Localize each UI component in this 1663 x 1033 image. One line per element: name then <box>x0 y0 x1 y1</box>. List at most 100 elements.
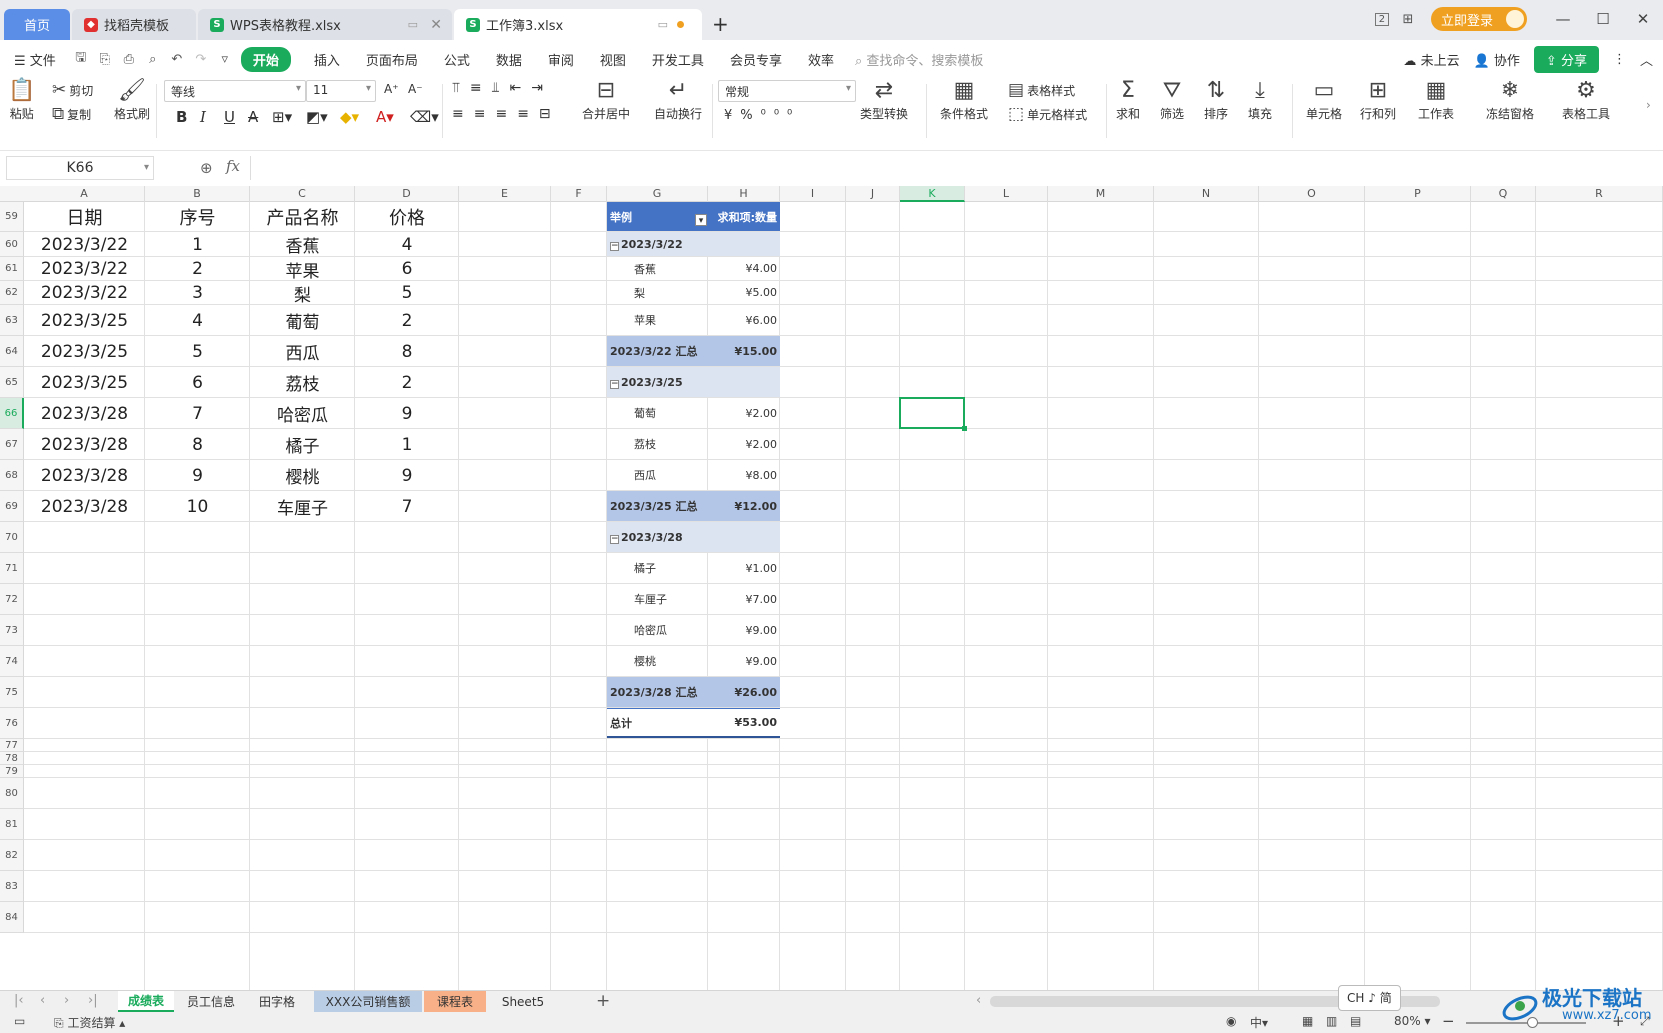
table-cell[interactable]: 车厘子 <box>250 491 355 522</box>
input-mode-indicator[interactable]: 中▾ <box>1250 1014 1268 1031</box>
table-cell[interactable]: 1 <box>355 429 459 460</box>
column-header-Q[interactable]: Q <box>1471 186 1536 202</box>
row-header-84[interactable]: 84 <box>0 902 24 933</box>
collaborate-button[interactable]: 👤 协作 <box>1474 50 1520 69</box>
table-header-cell[interactable]: 产品名称 <box>250 202 355 232</box>
row-header-74[interactable]: 74 <box>0 646 24 677</box>
column-header-H[interactable]: H <box>708 186 780 202</box>
cell-shade-icon[interactable]: ◩▾ <box>306 108 328 126</box>
minimize-icon[interactable]: — <box>1543 10 1583 28</box>
table-cell[interactable]: 1 <box>145 232 250 257</box>
new-tab-button[interactable]: + <box>712 12 729 36</box>
pivot-subtotal-row[interactable]: 2023/3/28 汇总 ¥26.00 <box>607 677 780 707</box>
table-cell[interactable]: 2023/3/28 <box>24 491 145 522</box>
pivot-total-row[interactable]: 总计 ¥53.00 <box>607 708 780 738</box>
tab-file-workbook3[interactable]: S 工作簿3.xlsx ▭ <box>454 9 702 40</box>
table-cell[interactable]: 2023/3/28 <box>24 460 145 491</box>
table-cell[interactable]: 6 <box>145 367 250 398</box>
table-cell[interactable]: 西瓜 <box>250 336 355 367</box>
table-cell[interactable]: 4 <box>355 232 459 257</box>
add-sheet-icon[interactable]: + <box>596 991 610 1011</box>
pivot-item-row[interactable]: 樱桃 ¥9.00 <box>607 646 780 676</box>
pivot-item-row[interactable]: 车厘子 ¥7.00 <box>607 584 780 614</box>
fx-icon[interactable]: fx <box>226 157 240 175</box>
row-header-73[interactable]: 73 <box>0 615 24 646</box>
pivot-item-row[interactable]: 荔枝 ¥2.00 <box>607 429 780 459</box>
more-icon[interactable]: ⋮ <box>1613 52 1626 67</box>
column-header-L[interactable]: L <box>965 186 1048 202</box>
table-cell[interactable]: 8 <box>355 336 459 367</box>
spreadsheet-grid[interactable]: ABCDEFGHIJKLMNOPQR 59 60 61 62 63 64 65 66 67 68 6… <box>0 186 1663 990</box>
selected-cell[interactable] <box>899 397 967 431</box>
filter-dropdown-icon[interactable]: ▾ <box>695 214 707 226</box>
menu-formulas[interactable]: 公式 <box>431 50 483 69</box>
column-header-D[interactable]: D <box>355 186 459 202</box>
table-cell[interactable]: 2 <box>355 367 459 398</box>
tab-home[interactable]: 首页 <box>4 9 70 40</box>
collapse-icon[interactable]: − <box>610 379 619 389</box>
sheet-tab[interactable]: Sheet5 <box>488 991 558 1012</box>
cells-button[interactable]: ▭ 单元格 <box>1306 78 1342 122</box>
table-cell[interactable]: 葡萄 <box>250 305 355 336</box>
table-header-cell[interactable]: 序号 <box>145 202 250 232</box>
prev-sheet-icon[interactable]: ‹ <box>40 993 45 1008</box>
column-header-P[interactable]: P <box>1365 186 1471 202</box>
table-cell[interactable]: 9 <box>355 460 459 491</box>
column-header-A[interactable]: A <box>24 186 145 202</box>
table-cell[interactable]: 苹果 <box>250 257 355 282</box>
window-count-icon[interactable]: 2 <box>1369 9 1395 29</box>
sheet-tab[interactable]: 员工信息 <box>180 991 242 1012</box>
increase-font-icon[interactable]: A⁺ <box>384 82 399 96</box>
sum-button[interactable]: Σ 求和 <box>1116 78 1140 122</box>
row-header-60[interactable]: 60 <box>0 232 24 257</box>
sort-button[interactable]: ⇅ 排序 <box>1204 78 1228 122</box>
table-cell[interactable]: 4 <box>145 305 250 336</box>
table-cell[interactable]: 樱桃 <box>250 460 355 491</box>
row-header-78[interactable]: 78 <box>0 752 24 765</box>
worksheet-button[interactable]: ▦ 工作表 <box>1418 78 1454 122</box>
table-cell[interactable]: 5 <box>145 336 250 367</box>
menu-data[interactable]: 数据 <box>483 50 535 69</box>
page-break-view-icon[interactable]: ▤ <box>1350 1014 1361 1028</box>
name-box[interactable]: K66 <box>6 156 154 180</box>
row-header-75[interactable]: 75 <box>0 677 24 708</box>
row-header-77[interactable]: 77 <box>0 739 24 752</box>
row-header-66[interactable]: 66 <box>0 398 24 429</box>
save-icon[interactable]: 🖫 <box>69 48 93 70</box>
pivot-item-row[interactable]: 哈密瓜 ¥9.00 <box>607 615 780 645</box>
row-header-61[interactable]: 61 <box>0 257 24 281</box>
pivot-item-row[interactable]: 西瓜 ¥8.00 <box>607 460 780 490</box>
sheet-tab[interactable]: 成绩表 <box>118 991 174 1012</box>
undo-icon[interactable]: ↶ <box>165 52 189 67</box>
column-header-M[interactable]: M <box>1048 186 1154 202</box>
row-header-72[interactable]: 72 <box>0 584 24 615</box>
menu-developer[interactable]: 开发工具 <box>639 50 717 69</box>
freeze-panes-button[interactable]: ❄ 冻结窗格 <box>1486 78 1534 122</box>
wrap-text-button[interactable]: ↵ 自动换行 <box>654 78 702 122</box>
zoom-level[interactable]: 80% ▾ <box>1394 1014 1431 1028</box>
table-tools-button[interactable]: ⚙ 表格工具 <box>1562 78 1610 122</box>
copy-button[interactable]: ⧉ 复制 <box>52 104 91 124</box>
pivot-item-row[interactable]: 梨 ¥5.00 <box>607 281 780 304</box>
table-header-cell[interactable]: 日期 <box>24 202 145 232</box>
font-color-icon[interactable]: A▾ <box>376 108 394 126</box>
table-cell[interactable]: 9 <box>355 398 459 429</box>
table-cell[interactable]: 2 <box>145 257 250 281</box>
cut-button[interactable]: ✂ 剪切 <box>52 80 93 100</box>
column-header-B[interactable]: B <box>145 186 250 202</box>
normal-view-icon[interactable]: ▦ <box>1302 1014 1313 1028</box>
table-cell[interactable]: 2023/3/22 <box>24 281 145 305</box>
ribbon-scroll-right-icon[interactable]: › <box>1646 98 1651 112</box>
column-header-I[interactable]: I <box>780 186 846 202</box>
cell-style-button[interactable]: ⬚ 单元格样式 <box>1008 104 1087 124</box>
table-cell[interactable]: 2023/3/25 <box>24 367 145 398</box>
row-header-67[interactable]: 67 <box>0 429 24 460</box>
menu-home[interactable]: 开始 <box>240 46 291 72</box>
row-header-68[interactable]: 68 <box>0 460 24 491</box>
pivot-group-row[interactable]: −2023/3/25 <box>607 367 780 397</box>
fill-button[interactable]: ⤓ 填充 <box>1248 78 1272 122</box>
row-header-76[interactable]: 76 <box>0 708 24 739</box>
collapse-icon[interactable]: − <box>610 534 619 544</box>
redo-icon[interactable]: ↷ <box>189 52 213 67</box>
pivot-subtotal-row[interactable]: 2023/3/22 汇总 ¥15.00 <box>607 336 780 366</box>
